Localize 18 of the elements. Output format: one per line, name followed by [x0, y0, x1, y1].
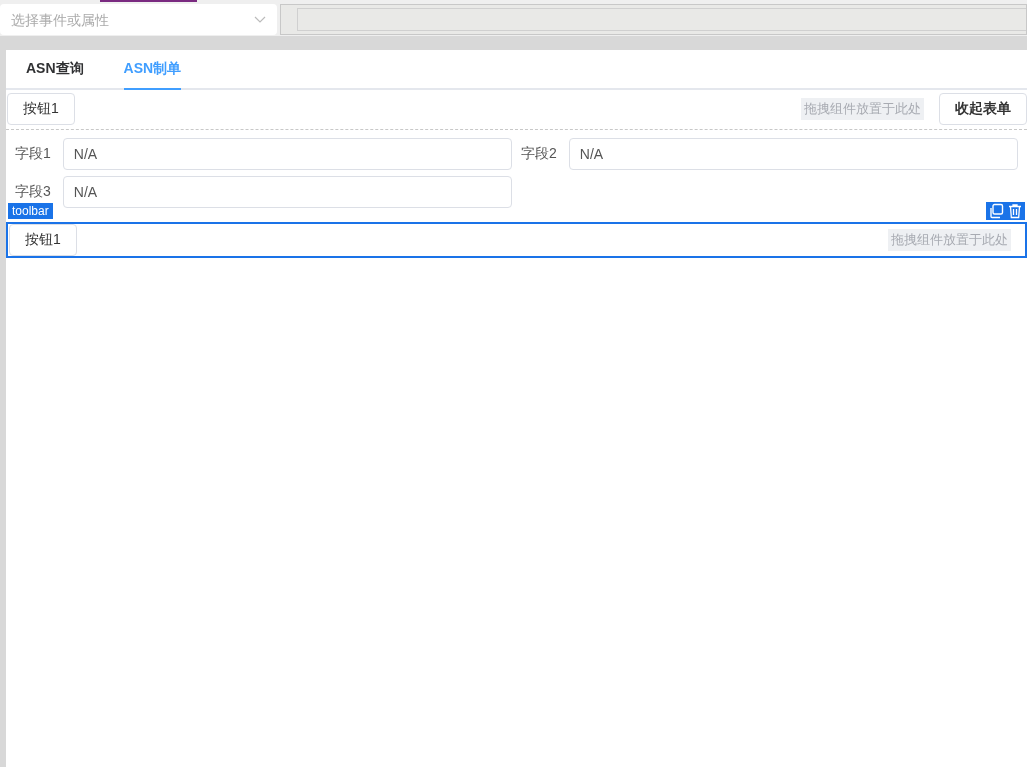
text-field[interactable]: N/A: [62, 176, 512, 208]
field-label: 字段3: [15, 183, 51, 201]
chevron-down-icon: [254, 16, 266, 23]
field-label: 字段2: [521, 145, 557, 163]
toolbar-tag: toolbar: [8, 203, 53, 219]
button[interactable]: 按钮1: [9, 224, 77, 256]
expression-field[interactable]: [280, 4, 1027, 35]
drop-hint: 拖拽组件放置于此处: [801, 98, 924, 120]
field-label: 字段1: [15, 145, 51, 163]
event-select[interactable]: 选择事件或属性: [0, 4, 277, 35]
text-field[interactable]: N/A: [568, 138, 1018, 170]
button[interactable]: 按钮1: [7, 93, 75, 125]
copy-icon[interactable]: [988, 203, 1004, 219]
collapse-form-button[interactable]: 收起表单: [939, 93, 1027, 125]
delete-icon[interactable]: [1007, 203, 1023, 219]
tab[interactable]: ASN查询: [26, 50, 84, 90]
drop-hint: 拖拽组件放置于此处: [888, 229, 1011, 251]
text-field[interactable]: N/A: [62, 138, 512, 170]
